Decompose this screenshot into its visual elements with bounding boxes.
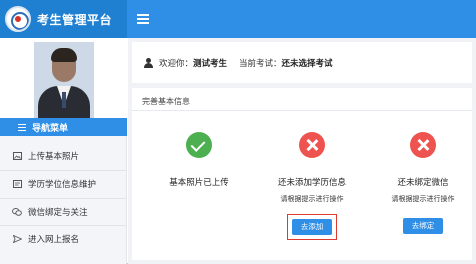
status-hint: 请根据提示进行操作 bbox=[280, 196, 344, 203]
sidebar-item-wechat[interactable]: 微信绑定与关注 bbox=[0, 198, 127, 226]
app-title: 考生管理平台 bbox=[37, 12, 113, 27]
highlight-box: 去添加 bbox=[286, 214, 338, 240]
menu-header: 导航菜单 bbox=[0, 118, 127, 136]
menu-header-label: 导航菜单 bbox=[32, 122, 69, 133]
id-card-icon bbox=[12, 179, 22, 189]
status-education: 还未添加学历信息 请根据提示进行操作 去添加 bbox=[257, 132, 367, 240]
brand-area: 考生管理平台 bbox=[0, 0, 127, 38]
status-hint: 请根据提示进行操作 bbox=[391, 196, 455, 203]
status-photo: 基本照片已上传 bbox=[144, 132, 254, 188]
divider bbox=[132, 110, 472, 111]
sidebar: 导航菜单 上传基本照片 学历学位信息维护 微信绑定与关注 进入网上报名 bbox=[0, 38, 127, 264]
status-text: 还未添加学历信息 bbox=[277, 177, 346, 187]
close-circle-icon bbox=[410, 132, 436, 158]
sidebar-item-label: 进入网上报名 bbox=[28, 234, 80, 244]
top-bar: 考生管理平台 bbox=[0, 0, 476, 38]
avatar bbox=[34, 42, 94, 118]
check-circle-icon bbox=[186, 132, 212, 158]
main-content: 欢迎你： 测试考生 当前考试： 还未选择考试 完善基本信息 基本照片已上传 还未… bbox=[128, 38, 476, 264]
status-wechat: 还未绑定微信 请根据提示进行操作 去绑定 bbox=[368, 132, 476, 234]
image-icon bbox=[12, 151, 22, 161]
sidebar-item-label: 上传基本照片 bbox=[28, 151, 80, 161]
sidebar-item-label: 微信绑定与关注 bbox=[28, 207, 88, 217]
list-icon bbox=[18, 123, 26, 131]
user-icon bbox=[144, 57, 153, 68]
current-exam: 还未选择考试 bbox=[281, 57, 333, 68]
sidebar-item-upload-photo[interactable]: 上传基本照片 bbox=[0, 142, 127, 170]
card-title: 完善基本信息 bbox=[142, 97, 190, 106]
user-name: 测试考生 bbox=[193, 57, 228, 68]
avatar-area bbox=[0, 38, 127, 118]
bind-wechat-button[interactable]: 去绑定 bbox=[402, 218, 444, 234]
add-education-button[interactable]: 去添加 bbox=[291, 219, 333, 235]
close-circle-icon bbox=[299, 132, 325, 158]
status-text: 基本照片已上传 bbox=[169, 177, 229, 187]
welcome-prefix: 欢迎你： bbox=[159, 57, 194, 68]
logo-icon bbox=[5, 6, 31, 32]
welcome-bar: 欢迎你： 测试考生 当前考试： 还未选择考试 bbox=[132, 42, 472, 83]
sidebar-item-education[interactable]: 学历学位信息维护 bbox=[0, 170, 127, 198]
send-icon bbox=[12, 234, 22, 244]
status-text: 还未绑定微信 bbox=[397, 177, 449, 187]
nav-bar bbox=[127, 0, 476, 38]
sidebar-item-label: 学历学位信息维护 bbox=[28, 179, 97, 189]
sidebar-item-online-registration[interactable]: 进入网上报名 bbox=[0, 225, 127, 253]
menu-toggle-icon[interactable] bbox=[137, 14, 149, 24]
profile-completion-card: 完善基本信息 基本照片已上传 还未添加学历信息 请根据提示进行操作 去添加 还未… bbox=[132, 88, 472, 260]
wechat-icon bbox=[12, 207, 22, 217]
exam-prefix: 当前考试： bbox=[239, 57, 282, 68]
